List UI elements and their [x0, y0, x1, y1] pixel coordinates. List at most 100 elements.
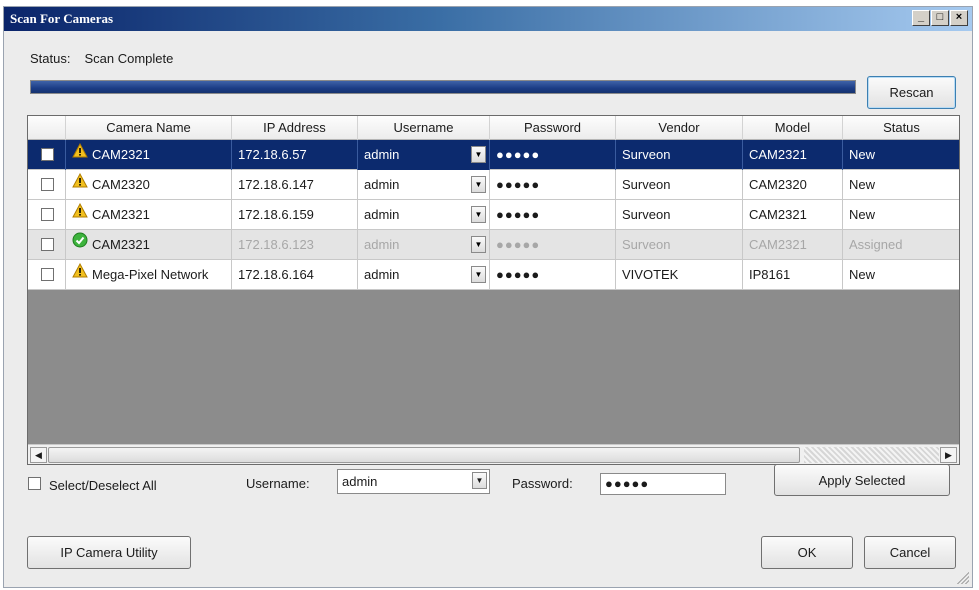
cell-ip: 172.18.6.123: [232, 230, 358, 260]
row-checkbox-cell: [28, 140, 66, 170]
cell-ip: 172.18.6.159: [232, 200, 358, 230]
table-row[interactable]: CAM2321 172.18.6.123 admin ▼ ●●●●● Surveon CAM…: [28, 230, 959, 260]
cell-password[interactable]: ●●●●●: [490, 140, 616, 170]
warning-icon: [72, 140, 88, 169]
cell-vendor-text: VIVOTEK: [622, 267, 679, 282]
cell-name: CAM2321: [66, 230, 232, 260]
cell-username-text: admin: [364, 267, 400, 282]
cell-username[interactable]: admin ▼: [358, 200, 490, 230]
table-row[interactable]: CAM2321 172.18.6.159 admin ▼ ●●●●● Surveon CAM…: [28, 200, 959, 230]
scrollbar-track[interactable]: [804, 447, 939, 463]
minimize-button[interactable]: _: [912, 10, 930, 26]
cell-vendor: Surveon: [616, 230, 743, 260]
table-row[interactable]: CAM2320 172.18.6.147 admin ▼ ●●●●● Surveon CAM…: [28, 170, 959, 200]
cell-ip-text: 172.18.6.164: [238, 267, 314, 282]
chevron-down-icon[interactable]: ▼: [471, 206, 486, 223]
cell-status: New: [843, 200, 959, 230]
scrollbar-thumb[interactable]: [48, 447, 800, 463]
scan-progress-bar: [30, 80, 856, 94]
status-label: Status:: [30, 51, 71, 66]
column-header-name[interactable]: Camera Name: [66, 116, 232, 140]
cell-model: CAM2321: [743, 230, 843, 260]
cell-ip-text: 172.18.6.147: [238, 177, 314, 192]
check-circle-icon: [72, 230, 88, 259]
username-combo-value: admin: [342, 474, 378, 489]
cell-username[interactable]: admin ▼: [358, 230, 490, 260]
cell-ip-text: 172.18.6.123: [238, 237, 314, 252]
ip-camera-utility-button[interactable]: IP Camera Utility: [27, 536, 191, 569]
password-field[interactable]: ●●●●●: [600, 473, 726, 495]
cell-password-text: ●●●●●: [496, 207, 541, 222]
cell-password[interactable]: ●●●●●: [490, 170, 616, 200]
resize-grip-icon[interactable]: [957, 572, 969, 584]
column-header-username[interactable]: Username: [358, 116, 490, 140]
cell-vendor: Surveon: [616, 170, 743, 200]
chevron-down-icon[interactable]: ▼: [471, 176, 486, 193]
row-checkbox[interactable]: [41, 268, 54, 281]
chevron-down-icon[interactable]: ▼: [471, 146, 486, 163]
cell-ip-text: 172.18.6.159: [238, 207, 314, 222]
scan-progress-fill: [31, 81, 855, 93]
cell-model-text: CAM2321: [749, 237, 807, 252]
chevron-down-icon[interactable]: ▼: [471, 236, 486, 253]
cell-vendor: VIVOTEK: [616, 260, 743, 290]
horizontal-scrollbar[interactable]: ◀ ▶: [28, 444, 959, 464]
cell-vendor: Surveon: [616, 200, 743, 230]
column-header-password[interactable]: Password: [490, 116, 616, 140]
cell-username[interactable]: admin ▼: [358, 140, 490, 170]
status-value: Scan Complete: [84, 51, 174, 66]
cell-username[interactable]: admin ▼: [358, 260, 490, 290]
scroll-left-icon[interactable]: ◀: [30, 447, 47, 463]
column-header-ip[interactable]: IP Address: [232, 116, 358, 140]
warning-icon: [72, 200, 88, 229]
scan-for-cameras-window: Scan For Cameras _ □ × Status: Scan Comp…: [3, 6, 973, 588]
cell-name: CAM2321: [66, 140, 232, 170]
apply-selected-button[interactable]: Apply Selected: [774, 464, 950, 496]
cell-model: IP8161: [743, 260, 843, 290]
cell-vendor-text: Surveon: [622, 237, 671, 252]
cell-model: CAM2320: [743, 170, 843, 200]
cell-model-text: IP8161: [749, 267, 791, 282]
cell-password[interactable]: ●●●●●: [490, 260, 616, 290]
row-checkbox[interactable]: [41, 208, 54, 221]
table-row[interactable]: CAM2321 172.18.6.57 admin ▼ ●●●●● Surveon CAM2…: [28, 140, 959, 170]
cell-password-text: ●●●●●: [496, 147, 541, 162]
ok-button[interactable]: OK: [761, 536, 853, 569]
username-combobox[interactable]: admin ▼: [337, 469, 490, 494]
row-checkbox[interactable]: [41, 178, 54, 191]
status-row: Status: Scan Complete: [30, 51, 173, 66]
cell-password[interactable]: ●●●●●: [490, 200, 616, 230]
close-button[interactable]: ×: [950, 10, 968, 26]
cell-vendor-text: Surveon: [622, 177, 671, 192]
cell-status: New: [843, 170, 959, 200]
cell-username-text: admin: [364, 237, 400, 252]
cell-password[interactable]: ●●●●●: [490, 230, 616, 260]
cell-status: Assigned: [843, 230, 959, 260]
cell-model-text: CAM2321: [749, 207, 807, 222]
column-header-model[interactable]: Model: [743, 116, 843, 140]
chevron-down-icon[interactable]: ▼: [472, 472, 487, 489]
row-checkbox[interactable]: [41, 148, 54, 161]
cell-name-text: CAM2321: [92, 147, 150, 162]
cell-ip: 172.18.6.164: [232, 260, 358, 290]
password-label: Password:: [512, 476, 573, 491]
maximize-button[interactable]: □: [931, 10, 949, 26]
column-header-vendor[interactable]: Vendor: [616, 116, 743, 140]
cell-name-text: CAM2320: [92, 177, 150, 192]
cell-ip: 172.18.6.57: [232, 140, 358, 170]
title-bar[interactable]: Scan For Cameras _ □ ×: [4, 7, 972, 31]
row-checkbox[interactable]: [41, 238, 54, 251]
cell-model-text: CAM2320: [749, 177, 807, 192]
table-row[interactable]: Mega-Pixel Network 172.18.6.164 admin ▼ ●●●●…: [28, 260, 959, 290]
cell-status-text: Assigned: [849, 237, 903, 252]
rescan-button[interactable]: Rescan: [867, 76, 956, 109]
cancel-button[interactable]: Cancel: [864, 536, 956, 569]
cell-name: Mega-Pixel Network: [66, 260, 232, 290]
column-header-status[interactable]: Status: [843, 116, 959, 140]
scroll-right-icon[interactable]: ▶: [940, 447, 957, 463]
cell-username[interactable]: admin ▼: [358, 170, 490, 200]
cell-username-text: admin: [364, 207, 400, 222]
cell-name-text: Mega-Pixel Network: [92, 267, 209, 282]
chevron-down-icon[interactable]: ▼: [471, 266, 486, 283]
select-all-checkbox[interactable]: [28, 477, 41, 490]
